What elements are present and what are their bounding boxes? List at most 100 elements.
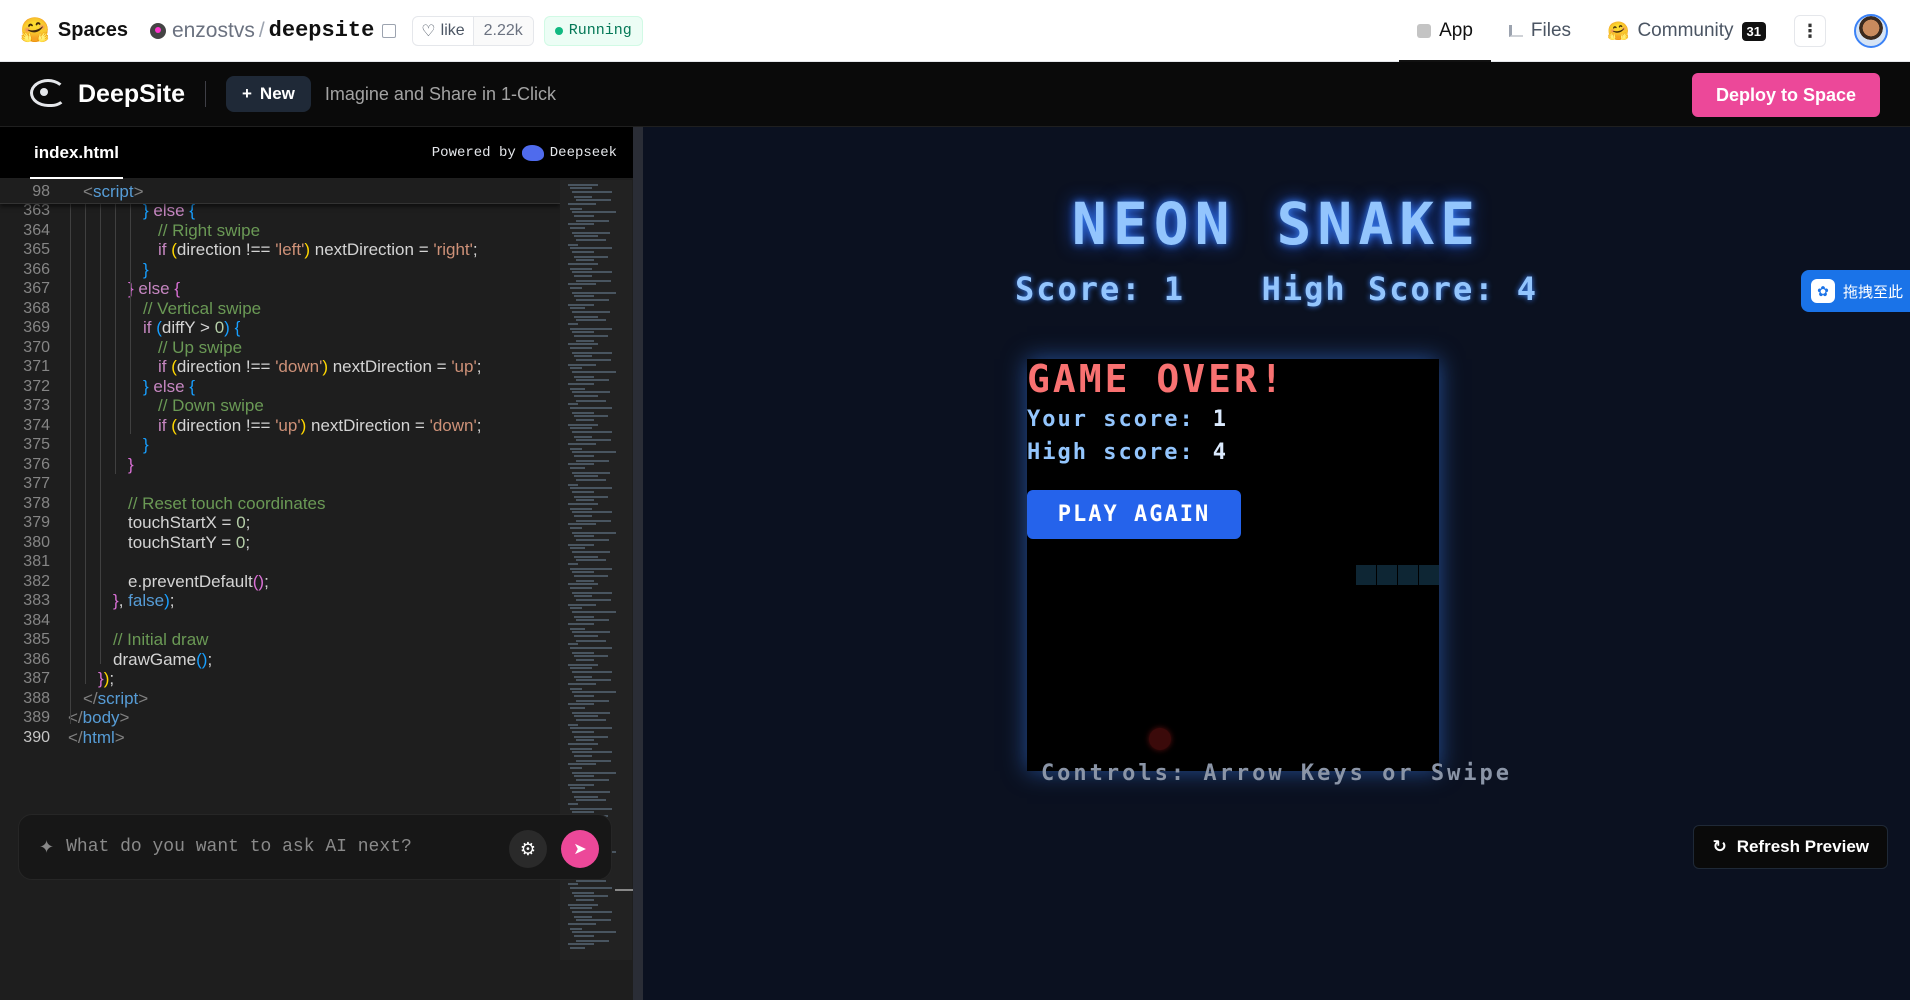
minimap-line xyxy=(574,575,608,577)
minimap-line xyxy=(574,655,608,657)
minimap-line xyxy=(570,268,592,270)
score-label: Score: xyxy=(1014,270,1143,308)
hf-header: 🤗 Spaces enzostvs / deepsite ♡ like 2.22k… xyxy=(0,0,1910,62)
minimap-line xyxy=(570,487,612,489)
tab-files[interactable]: Files xyxy=(1491,0,1589,62)
more-options-icon[interactable]: ⋮ xyxy=(1794,15,1826,47)
refresh-preview-button[interactable]: ↻ Refresh Preview xyxy=(1693,825,1888,869)
minimap-line xyxy=(574,755,592,757)
minimap-line xyxy=(574,436,592,438)
minimap-line xyxy=(574,235,598,237)
files-icon xyxy=(1508,25,1523,37)
indent-guide xyxy=(85,204,86,684)
minimap-line xyxy=(576,359,611,361)
game-board[interactable]: GAME OVER! Your score: 1 High score: 4 PLA… xyxy=(1027,357,1439,771)
minimap-line xyxy=(576,619,609,621)
minimap-line xyxy=(570,607,582,609)
minimap-line xyxy=(574,256,608,258)
deploy-button[interactable]: Deploy to Space xyxy=(1691,73,1880,117)
powered-by: Powered by Deepseek xyxy=(432,145,617,161)
ai-prompt-input[interactable] xyxy=(66,837,507,857)
panel-resizer[interactable] xyxy=(633,127,643,1000)
minimap-line xyxy=(574,196,592,198)
high-score-label: High Score: xyxy=(1261,270,1496,308)
powered-name: Deepseek xyxy=(549,145,617,161)
line-number: 386 xyxy=(23,650,50,668)
minimap-line xyxy=(576,640,606,642)
repo-link[interactable]: deepsite xyxy=(269,18,375,43)
minimap-line xyxy=(570,808,612,810)
send-icon[interactable]: ➤ xyxy=(561,830,599,868)
preview-panel: NEON SNAKE Score: 1 High Score: 4 ✿ 拖拽至此… xyxy=(643,127,1910,1000)
community-icon: 🤗 xyxy=(1607,20,1630,41)
minimap-line xyxy=(568,763,596,765)
owner-link[interactable]: enzostvs xyxy=(172,19,255,43)
high-score-value: 4 xyxy=(1516,270,1539,308)
minimap-line xyxy=(576,479,606,481)
minimap-line xyxy=(572,251,594,253)
like-label: like xyxy=(440,21,465,39)
minimap-line xyxy=(576,520,611,522)
tab-index-html[interactable]: index.html xyxy=(29,127,124,179)
minimap-line xyxy=(572,371,616,373)
minimap-line xyxy=(576,499,594,501)
minimap-line xyxy=(570,427,592,429)
line-number: 374 xyxy=(23,416,50,434)
cloud-drop-widget[interactable]: ✿ 拖拽至此 xyxy=(1801,270,1910,312)
minimap-line xyxy=(574,935,594,937)
minimap-line xyxy=(576,319,606,321)
minimap-line xyxy=(568,503,598,505)
cube-icon xyxy=(1417,24,1432,38)
minimap-line xyxy=(570,587,592,589)
tab-community[interactable]: 🤗 Community 31 xyxy=(1589,0,1784,62)
minimap-line xyxy=(568,923,596,925)
minimap-line xyxy=(572,772,616,774)
like-count: 2.22k xyxy=(472,16,533,45)
minimap-line xyxy=(572,311,610,313)
minimap-line xyxy=(572,611,616,613)
your-score-label: Your score: xyxy=(1027,407,1195,432)
minimap-line xyxy=(572,712,610,714)
minimap-line xyxy=(568,383,594,385)
snake-segment xyxy=(1356,565,1376,585)
tab-app[interactable]: App xyxy=(1399,0,1491,62)
line-number: 385 xyxy=(23,631,50,648)
minimap-line xyxy=(576,400,606,402)
minimap-line xyxy=(570,787,585,789)
indent-guide xyxy=(115,204,116,474)
line-number: 376 xyxy=(23,455,50,473)
user-avatar[interactable] xyxy=(1854,14,1888,48)
deepsite-topbar: DeepSite + New Imagine and Share in 1-Cl… xyxy=(0,62,1910,127)
minimap-line xyxy=(570,767,582,769)
snake-segment xyxy=(1419,565,1439,585)
code-line[interactable]: 390 </html> xyxy=(0,726,560,750)
play-again-button[interactable]: PLAY AGAIN xyxy=(1027,490,1241,539)
new-button[interactable]: + New xyxy=(225,76,311,112)
tab-community-label: Community xyxy=(1637,20,1734,41)
minimap-line xyxy=(568,943,594,945)
minimap-line xyxy=(568,544,594,546)
tab-files-label: Files xyxy=(1530,20,1572,41)
minimap-line xyxy=(574,376,594,378)
spaces-link[interactable]: Spaces xyxy=(58,19,128,42)
code-line[interactable]: 98 <script> xyxy=(0,180,560,204)
minimap-line xyxy=(576,439,611,441)
like-button[interactable]: ♡ like 2.22k xyxy=(412,15,534,46)
code-area[interactable]: 98 <script> 363} else {364// Right swipe 36… xyxy=(0,180,560,870)
minimap-line xyxy=(570,287,582,289)
minimap-line xyxy=(572,491,594,493)
huggingface-logo-icon[interactable]: 🤗 xyxy=(20,16,50,45)
minimap-line xyxy=(568,563,578,565)
minimap-line xyxy=(570,887,612,889)
your-score-row: Your score: 1 xyxy=(1027,407,1228,432)
minimap-line xyxy=(574,415,608,417)
minimap-line xyxy=(568,784,594,786)
minimap-line xyxy=(572,472,610,474)
minimap-line xyxy=(574,316,598,318)
minimap-line xyxy=(568,664,598,666)
minimap-line xyxy=(570,647,612,649)
minimap-line xyxy=(568,244,578,246)
minimap-line xyxy=(572,551,610,553)
settings-gear-icon[interactable]: ⚙ xyxy=(509,830,547,868)
copy-icon[interactable] xyxy=(382,23,397,38)
